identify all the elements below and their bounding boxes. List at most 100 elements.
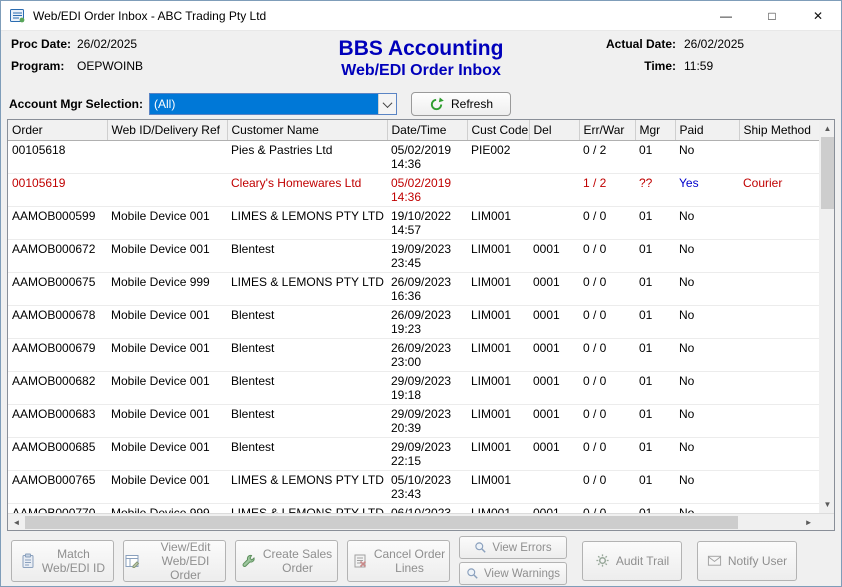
column-header: Ship Method (739, 120, 819, 140)
column-header: Mgr (635, 120, 675, 140)
header: Proc Date: 26/02/2025 Program: OEPWOINB … (1, 31, 841, 89)
column-header: Date/Time (387, 120, 467, 140)
view-warnings-button[interactable]: View Warnings (459, 562, 567, 585)
cell-err-war: 1 / 2 (579, 173, 635, 206)
cell-order: AAMOB000685 (8, 437, 107, 470)
notify-user-button[interactable]: Notify User (697, 541, 797, 581)
cell-mgr: 01 (635, 239, 675, 272)
table-row[interactable]: AAMOB000599Mobile Device 001LIMES & LEMO… (8, 206, 819, 239)
cell-paid: No (675, 503, 739, 513)
table-row[interactable]: AAMOB000672Mobile Device 001Blentest19/0… (8, 239, 819, 272)
cell-paid: No (675, 404, 739, 437)
table-row[interactable]: 00105618Pies & Pastries Ltd05/02/201914:… (8, 140, 819, 173)
cell-paid: Yes (675, 173, 739, 206)
cell-paid: No (675, 338, 739, 371)
scroll-down-icon[interactable]: ▼ (819, 496, 834, 513)
cell-web-id: Mobile Device 001 (107, 338, 227, 371)
proc-date-label: Proc Date: (11, 37, 77, 51)
cell-datetime: 29/09/202319:18 (387, 371, 467, 404)
cell-cust-code: LIM001 (467, 437, 529, 470)
cell-web-id: Mobile Device 001 (107, 404, 227, 437)
cell-order: AAMOB000770 (8, 503, 107, 513)
horizontal-scroll-track[interactable] (25, 514, 800, 530)
table-row[interactable]: AAMOB000683Mobile Device 001Blentest29/0… (8, 404, 819, 437)
cell-order: AAMOB000679 (8, 338, 107, 371)
cell-datetime: 26/09/202323:00 (387, 338, 467, 371)
cancel-order-lines-button[interactable]: Cancel Order Lines (347, 540, 450, 582)
table-row[interactable]: AAMOB000765Mobile Device 001LIMES & LEMO… (8, 470, 819, 503)
column-header: Order (8, 120, 107, 140)
table-row[interactable]: AAMOB000685Mobile Device 001Blentest29/0… (8, 437, 819, 470)
cell-web-id: Mobile Device 001 (107, 239, 227, 272)
cell-err-war: 0 / 0 (579, 404, 635, 437)
cell-web-id (107, 173, 227, 206)
cell-del: 0001 (529, 239, 579, 272)
time-label: Time: (596, 59, 684, 73)
refresh-button[interactable]: Refresh (411, 92, 511, 116)
account-mgr-select[interactable]: (All) (149, 93, 397, 115)
cell-cust-code: LIM001 (467, 239, 529, 272)
page-title: Web/EDI Order Inbox (246, 61, 596, 80)
table-row[interactable]: AAMOB000678Mobile Device 001Blentest26/0… (8, 305, 819, 338)
vertical-scroll-thumb[interactable] (821, 137, 834, 209)
cell-paid: No (675, 272, 739, 305)
maximize-button[interactable]: □ (749, 1, 795, 30)
cell-cust-code: LIM001 (467, 338, 529, 371)
table-row[interactable]: 00105619Cleary's Homewares Ltd05/02/2019… (8, 173, 819, 206)
cell-err-war: 0 / 0 (579, 338, 635, 371)
app-title: BBS Accounting (246, 37, 596, 61)
scroll-left-icon[interactable]: ◄ (8, 514, 25, 530)
horizontal-scroll-thumb[interactable] (25, 516, 738, 529)
audit-trail-button[interactable]: Audit Trail (582, 541, 682, 581)
horizontal-scrollbar[interactable]: ◄ ► (8, 514, 817, 530)
match-webedi-id-button[interactable]: Match Web/EDI ID (11, 540, 114, 582)
cell-order: AAMOB000682 (8, 371, 107, 404)
cell-datetime: 26/09/202316:36 (387, 272, 467, 305)
refresh-icon (429, 97, 444, 112)
cell-del (529, 470, 579, 503)
minimize-button[interactable]: — (703, 1, 749, 30)
header-left: Proc Date: 26/02/2025 Program: OEPWOINB (11, 37, 246, 89)
scroll-up-icon[interactable]: ▲ (819, 120, 834, 137)
scroll-right-icon[interactable]: ► (800, 514, 817, 530)
cell-del (529, 206, 579, 239)
cell-customer: LIMES & LEMONS PTY LTD (227, 206, 387, 239)
cell-customer: Blentest (227, 371, 387, 404)
cancel-document-icon (352, 553, 368, 569)
cell-cust-code: LIM001 (467, 305, 529, 338)
view-edit-webedi-order-button[interactable]: View/Edit Web/EDI Order (123, 540, 226, 582)
time-value: 11:59 (684, 59, 756, 73)
vertical-scrollbar[interactable]: ▲ ▼ (819, 120, 834, 513)
column-header: Paid (675, 120, 739, 140)
table-row[interactable]: AAMOB000770Mobile Device 999LIMES & LEMO… (8, 503, 819, 513)
cell-cust-code: PIE002 (467, 140, 529, 173)
cell-datetime: 19/10/202214:57 (387, 206, 467, 239)
cell-order: AAMOB000599 (8, 206, 107, 239)
cell-order: 00105618 (8, 140, 107, 173)
cell-del (529, 140, 579, 173)
cell-customer: Cleary's Homewares Ltd (227, 173, 387, 206)
cell-err-war: 0 / 2 (579, 140, 635, 173)
table-row[interactable]: AAMOB000682Mobile Device 001Blentest29/0… (8, 371, 819, 404)
close-button[interactable]: ✕ (795, 1, 841, 30)
cell-datetime: 06/10/202316:05 (387, 503, 467, 513)
cell-mgr: 01 (635, 437, 675, 470)
chevron-down-icon (383, 98, 393, 108)
cell-datetime: 29/09/202320:39 (387, 404, 467, 437)
column-header: Del (529, 120, 579, 140)
table-row[interactable]: AAMOB000679Mobile Device 001Blentest26/0… (8, 338, 819, 371)
cell-paid: No (675, 305, 739, 338)
clipboard-icon (20, 553, 36, 569)
program-label: Program: (11, 59, 77, 73)
table-row[interactable]: AAMOB000675Mobile Device 999LIMES & LEMO… (8, 272, 819, 305)
cell-err-war: 0 / 0 (579, 503, 635, 513)
cell-ship-method (739, 404, 819, 437)
cell-customer: LIMES & LEMONS PTY LTD (227, 272, 387, 305)
cell-customer: Blentest (227, 437, 387, 470)
combo-dropdown-button[interactable] (378, 94, 396, 114)
vertical-scroll-track[interactable] (819, 137, 834, 496)
create-sales-order-button[interactable]: Create Sales Order (235, 540, 338, 582)
cell-web-id: Mobile Device 001 (107, 305, 227, 338)
cell-mgr: 01 (635, 140, 675, 173)
view-errors-button[interactable]: View Errors (459, 536, 567, 559)
